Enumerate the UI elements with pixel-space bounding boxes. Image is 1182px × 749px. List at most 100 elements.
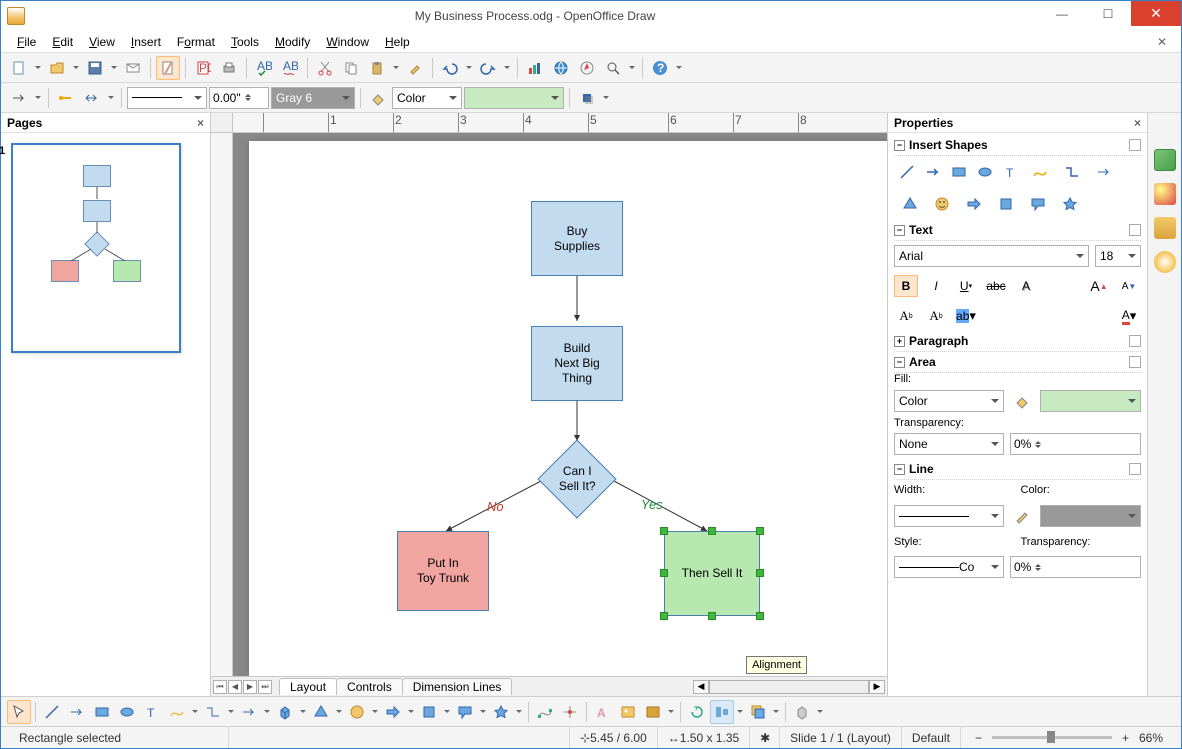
transparency-spinner[interactable]: 0%: [1010, 433, 1141, 455]
shape-star[interactable]: [1056, 194, 1084, 214]
symbol-shapes-tool[interactable]: [345, 700, 369, 724]
from-file-tool[interactable]: [616, 700, 640, 724]
open-dropdown[interactable]: [71, 56, 81, 80]
print-button[interactable]: [217, 56, 241, 80]
zoom-dropdown[interactable]: [627, 56, 637, 80]
undo-dropdown[interactable]: [464, 56, 474, 80]
text-tool[interactable]: T: [140, 700, 164, 724]
basic-shapes-tool[interactable]: [309, 700, 333, 724]
document-close-button[interactable]: ✕: [1151, 33, 1173, 51]
page-viewport[interactable]: Buy Supplies Build Next Big Thing Can I …: [233, 133, 887, 676]
gallery-dropdown[interactable]: [666, 700, 676, 724]
strikethrough-button[interactable]: abc: [984, 275, 1008, 297]
menu-modify[interactable]: Modify: [267, 33, 318, 51]
menu-tools[interactable]: Tools: [223, 33, 267, 51]
page-thumbnail-1[interactable]: 1: [11, 143, 181, 353]
minimize-button[interactable]: —: [1039, 1, 1085, 26]
save-button[interactable]: [83, 56, 107, 80]
save-dropdown[interactable]: [109, 56, 119, 80]
fill-color-combo[interactable]: [464, 87, 564, 109]
fill-type-combo[interactable]: Color: [894, 390, 1004, 412]
increase-font-button[interactable]: A▲: [1087, 275, 1111, 297]
maximize-button[interactable]: ☐: [1085, 1, 1131, 26]
email-button[interactable]: [121, 56, 145, 80]
superscript-button[interactable]: Ab: [894, 305, 918, 327]
section-paragraph[interactable]: Paragraph: [894, 331, 1141, 352]
arrange-tool[interactable]: [746, 700, 770, 724]
rail-gallery-icon[interactable]: [1154, 217, 1176, 239]
resize-handle[interactable]: [756, 527, 764, 535]
extrusion-tool[interactable]: [790, 700, 814, 724]
alignment-tool[interactable]: [710, 700, 734, 724]
shape-text[interactable]: T: [1000, 162, 1022, 182]
tab-dimension-lines[interactable]: Dimension Lines: [402, 678, 513, 695]
basic-shapes-dropdown[interactable]: [334, 700, 344, 724]
tab-controls[interactable]: Controls: [336, 678, 403, 695]
section-area[interactable]: Area: [894, 352, 1141, 373]
shape-connector[interactable]: [1058, 162, 1086, 182]
shape-block-arrow[interactable]: [960, 194, 988, 214]
shape-rectangle[interactable]: [948, 162, 970, 182]
hscroll-track[interactable]: [709, 680, 869, 694]
menu-insert[interactable]: Insert: [123, 33, 169, 51]
lines-arrows-tool[interactable]: [237, 700, 261, 724]
paste-button[interactable]: [365, 56, 389, 80]
rotate-tool[interactable]: [685, 700, 709, 724]
shape-basic[interactable]: [896, 194, 924, 214]
hyperlink-button[interactable]: [549, 56, 573, 80]
resize-handle[interactable]: [660, 527, 668, 535]
curve-dropdown[interactable]: [190, 700, 200, 724]
font-size-combo[interactable]: 18: [1095, 245, 1141, 267]
node-put-trunk[interactable]: Put In Toy Trunk: [397, 531, 489, 611]
shadow-text-button[interactable]: A: [1014, 275, 1038, 297]
italic-button[interactable]: I: [924, 275, 948, 297]
glue-points-tool[interactable]: [558, 700, 582, 724]
line-color-combo[interactable]: Gray 6: [271, 87, 355, 109]
hscroll-left[interactable]: ◀: [693, 680, 709, 694]
zoom-button[interactable]: [601, 56, 625, 80]
shape-ellipse[interactable]: [974, 162, 996, 182]
edit-points-tool[interactable]: [533, 700, 557, 724]
line-style-combo[interactable]: Co: [894, 556, 1004, 578]
undo-button[interactable]: [438, 56, 462, 80]
section-text[interactable]: Text: [894, 220, 1141, 241]
font-color-button[interactable]: A▾: [1117, 305, 1141, 327]
line-style-combo[interactable]: [127, 87, 207, 109]
tab-nav-prev[interactable]: ◀: [228, 680, 242, 694]
line-tool[interactable]: [40, 700, 64, 724]
section-menu-icon[interactable]: [1129, 335, 1141, 347]
star-tool[interactable]: [489, 700, 513, 724]
ellipse-tool[interactable]: [115, 700, 139, 724]
section-menu-icon[interactable]: [1129, 356, 1141, 368]
resize-handle[interactable]: [660, 569, 668, 577]
navigator-button[interactable]: [575, 56, 599, 80]
zoom-out-button[interactable]: −: [971, 731, 986, 745]
hscroll-right[interactable]: ▶: [869, 680, 885, 694]
resize-handle[interactable]: [708, 527, 716, 535]
line-endings-button[interactable]: [54, 86, 78, 110]
underline-button[interactable]: U▾: [954, 275, 978, 297]
shape-curve[interactable]: [1026, 162, 1054, 182]
menu-view[interactable]: View: [81, 33, 123, 51]
close-button[interactable]: ✕: [1131, 1, 1181, 26]
chart-button[interactable]: [523, 56, 547, 80]
fontwork-tool[interactable]: A: [591, 700, 615, 724]
menu-help[interactable]: Help: [377, 33, 418, 51]
arrange-dropdown[interactable]: [771, 700, 781, 724]
section-menu-icon[interactable]: [1129, 463, 1141, 475]
menu-format[interactable]: Format: [169, 33, 223, 51]
shape-flowchart[interactable]: [992, 194, 1020, 214]
fill-type-combo[interactable]: Color: [392, 87, 462, 109]
node-then-sell-it[interactable]: Then Sell It: [664, 531, 760, 616]
block-arrows-dropdown[interactable]: [406, 700, 416, 724]
arrow-tool[interactable]: [65, 700, 89, 724]
arrow-ends-button[interactable]: [80, 86, 104, 110]
3d-dropdown[interactable]: [298, 700, 308, 724]
shadow-button[interactable]: [575, 86, 599, 110]
decrease-font-button[interactable]: A▼: [1117, 275, 1141, 297]
bold-button[interactable]: B: [894, 275, 918, 297]
menu-window[interactable]: Window: [318, 33, 377, 51]
open-button[interactable]: [45, 56, 69, 80]
zoom-in-button[interactable]: +: [1118, 731, 1133, 745]
select-tool[interactable]: [7, 700, 31, 724]
